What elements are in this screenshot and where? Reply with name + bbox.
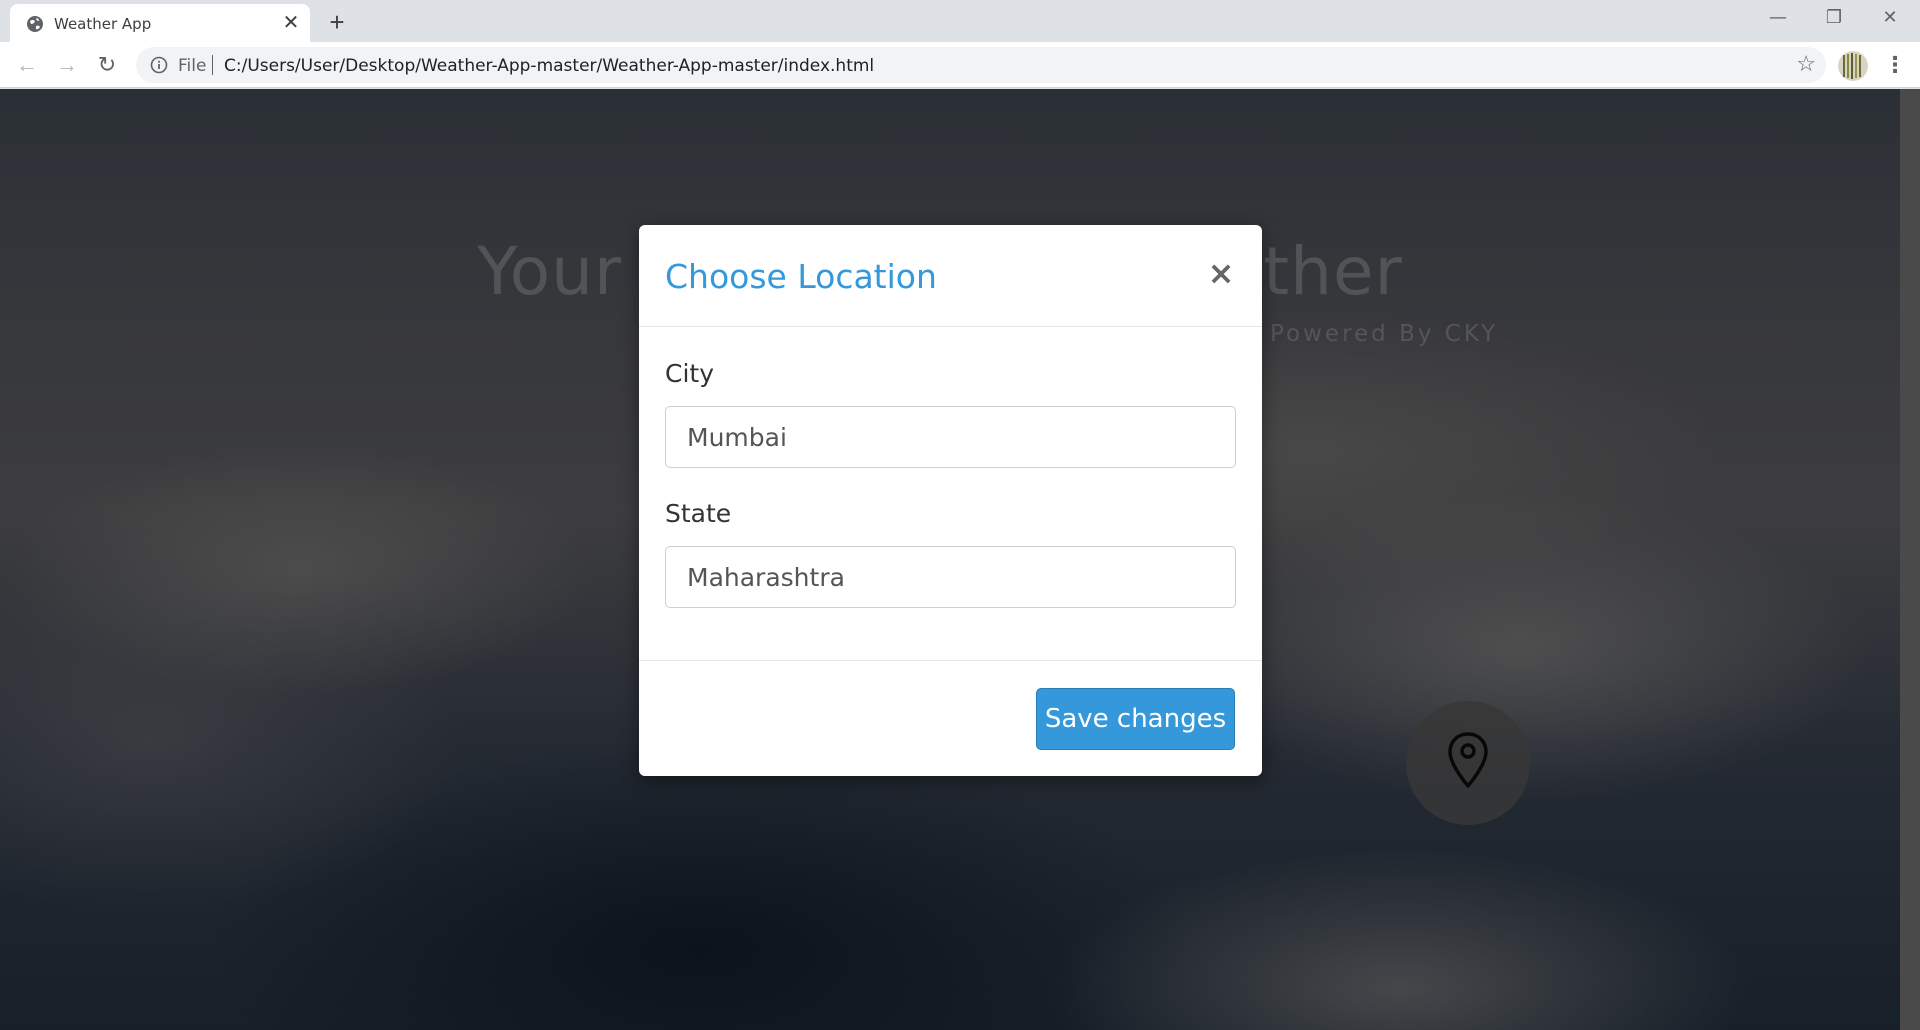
choose-location-modal: Choose Location × City State Save change… (639, 225, 1262, 776)
tab-title: Weather App (54, 15, 152, 33)
minimize-button[interactable]: — (1750, 0, 1806, 38)
tab-strip: Weather App ✕ + — ❐ ✕ (0, 0, 1920, 42)
tab-close-icon[interactable]: ✕ (280, 12, 302, 34)
tab-weather-app[interactable]: Weather App ✕ (10, 4, 310, 42)
city-label: City (665, 359, 714, 388)
modal-header: Choose Location × (639, 225, 1262, 327)
forward-button[interactable]: → (52, 50, 82, 80)
window-close-button[interactable]: ✕ (1862, 0, 1918, 38)
new-tab-button[interactable]: + (322, 8, 352, 38)
extension-icon[interactable] (1838, 51, 1868, 81)
close-icon[interactable]: × (1205, 257, 1237, 289)
menu-icon[interactable]: ⋮ (1880, 50, 1910, 80)
page-viewport: Your Daily Dose of Weather Powered By CK… (0, 89, 1920, 1030)
modal-title: Choose Location (665, 257, 937, 296)
globe-icon (27, 16, 43, 32)
state-input[interactable] (665, 546, 1236, 608)
scheme-label: File (178, 56, 207, 76)
back-button[interactable]: ← (12, 50, 42, 80)
browser-toolbar: ← → ↻ File C:/Users/User/Desktop/Weather… (0, 42, 1920, 88)
city-input[interactable] (665, 406, 1236, 468)
reload-button[interactable]: ↻ (92, 50, 122, 80)
star-icon[interactable]: ☆ (1796, 51, 1816, 77)
state-label: State (665, 499, 732, 528)
info-icon[interactable] (150, 56, 168, 74)
url-text[interactable]: C:/Users/User/Desktop/Weather-App-master… (224, 56, 874, 76)
save-changes-button[interactable]: Save changes (1036, 688, 1235, 750)
address-bar[interactable]: File C:/Users/User/Desktop/Weather-App-m… (136, 47, 1826, 83)
restore-button[interactable]: ❐ (1806, 0, 1862, 38)
scrollbar[interactable] (1900, 89, 1920, 1030)
address-separator (212, 55, 213, 75)
